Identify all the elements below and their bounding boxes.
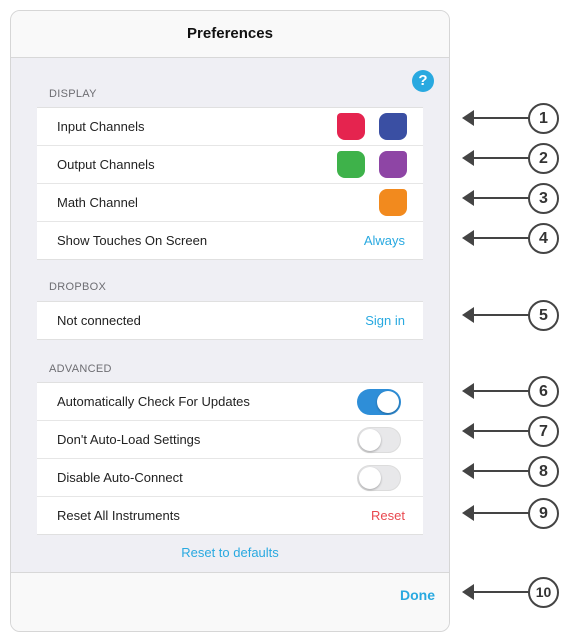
callout-number: 8 (528, 456, 559, 487)
reset-all-button[interactable]: Reset (371, 508, 405, 523)
arrow-line (468, 390, 530, 392)
arrow-line (468, 430, 530, 432)
callout-number: 10 (528, 577, 559, 608)
input-channel-2-color-swatch[interactable] (379, 113, 407, 140)
callout-4: 4 (462, 223, 562, 254)
arrow-line (468, 314, 530, 316)
callout-number: 6 (528, 376, 559, 407)
callout-number: 4 (528, 223, 559, 254)
callout-number: 2 (528, 143, 559, 174)
arrow-line (468, 512, 530, 514)
help-icon[interactable]: ? (412, 70, 434, 92)
callout-5: 5 (462, 300, 562, 331)
callout-1: 1 (462, 103, 562, 134)
dropbox-status: Not connected (57, 313, 141, 328)
arrow-line (468, 591, 530, 593)
callout-number: 1 (528, 103, 559, 134)
page-title: Preferences (187, 25, 273, 42)
arrow-line (468, 237, 530, 239)
bottom-bar: Done (11, 572, 449, 631)
toggle-knob (359, 467, 381, 489)
output-channels-label: Output Channels (57, 157, 155, 172)
preferences-panel: Preferences ? DISPLAY Input Channels Out… (10, 10, 450, 632)
callout-9: 9 (462, 498, 562, 529)
disable-auto-connect-label: Disable Auto-Connect (57, 470, 183, 485)
callout-number: 7 (528, 416, 559, 447)
callout-number: 9 (528, 498, 559, 529)
toggle-knob (359, 429, 381, 451)
math-channel-row[interactable]: Math Channel (37, 184, 423, 222)
advanced-section-header: ADVANCED (49, 363, 112, 375)
show-touches-value[interactable]: Always (364, 233, 405, 248)
display-group: Input Channels Output Channels Math Chan… (37, 107, 423, 260)
math-channel-color-swatch[interactable] (379, 189, 407, 216)
callout-8: 8 (462, 456, 562, 487)
title-bar: Preferences (11, 11, 449, 58)
arrow-line (468, 157, 530, 159)
arrow-line (468, 117, 530, 119)
dropbox-section-header: DROPBOX (49, 281, 107, 293)
input-channel-1-color-swatch[interactable] (337, 113, 365, 140)
auto-check-updates-toggle[interactable] (357, 389, 401, 415)
dropbox-group: Not connected Sign in (37, 301, 423, 340)
show-touches-row[interactable]: Show Touches On Screen Always (37, 222, 423, 259)
dropbox-row[interactable]: Not connected Sign in (37, 302, 423, 339)
callout-6: 6 (462, 376, 562, 407)
callout-7: 7 (462, 416, 562, 447)
reset-all-row: Reset All Instruments Reset (37, 497, 423, 534)
show-touches-label: Show Touches On Screen (57, 233, 208, 248)
done-button[interactable]: Done (400, 587, 435, 603)
callout-2: 2 (462, 143, 562, 174)
dont-auto-load-row: Don't Auto-Load Settings (37, 421, 423, 459)
disable-auto-connect-row: Disable Auto-Connect (37, 459, 423, 497)
input-channels-label: Input Channels (57, 119, 145, 134)
callout-number: 5 (528, 300, 559, 331)
disable-auto-connect-toggle[interactable] (357, 465, 401, 491)
dropbox-sign-in-button[interactable]: Sign in (365, 313, 405, 328)
callout-number: 3 (528, 183, 559, 214)
reset-to-defaults-button[interactable]: Reset to defaults (11, 545, 449, 560)
dont-auto-load-toggle[interactable] (357, 427, 401, 453)
output-channels-row[interactable]: Output Channels (37, 146, 423, 184)
auto-check-updates-row: Automatically Check For Updates (37, 383, 423, 421)
math-channel-label: Math Channel (57, 195, 138, 210)
arrow-line (468, 197, 530, 199)
auto-check-updates-label: Automatically Check For Updates (57, 394, 250, 409)
advanced-group: Automatically Check For Updates Don't Au… (37, 382, 423, 535)
callout-10: 10 (462, 577, 562, 608)
output-channel-1-color-swatch[interactable] (337, 151, 365, 178)
input-channels-row[interactable]: Input Channels (37, 108, 423, 146)
output-channel-2-color-swatch[interactable] (379, 151, 407, 178)
display-section-header: DISPLAY (49, 88, 97, 100)
callout-3: 3 (462, 183, 562, 214)
arrow-line (468, 470, 530, 472)
toggle-knob (377, 391, 399, 413)
dont-auto-load-label: Don't Auto-Load Settings (57, 432, 201, 447)
reset-all-label: Reset All Instruments (57, 508, 180, 523)
